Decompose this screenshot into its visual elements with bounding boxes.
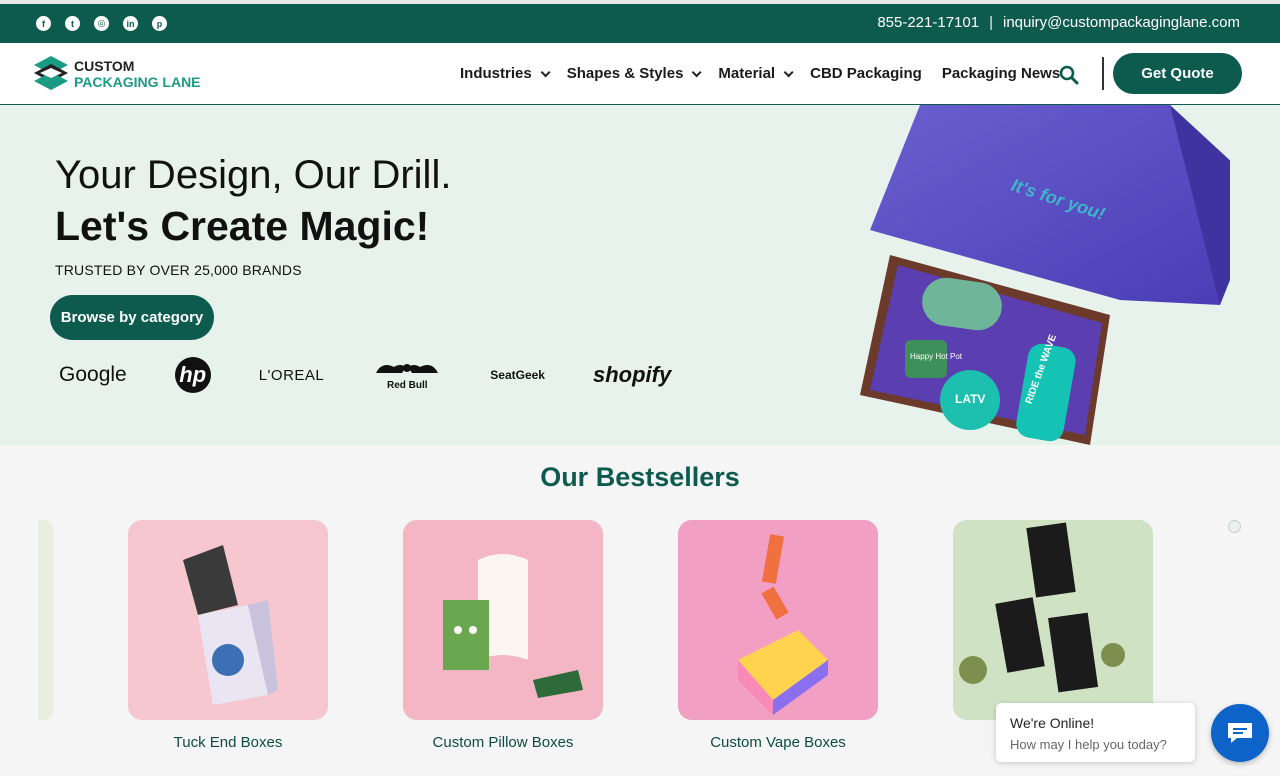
jar-label: Happy Hot Pot (910, 352, 963, 361)
chevron-down-icon (540, 67, 551, 78)
product-caption[interactable]: Tuck End Boxes (128, 734, 328, 751)
redbull-logo: Red Bull (372, 359, 442, 391)
nav-item-label: Packaging News (941, 65, 1061, 82)
nav-item-label: Shapes & Styles (566, 65, 684, 82)
logo-text-top: CUSTOM (74, 57, 135, 74)
email-link[interactable]: inquiry@custompackaginglane.com (1003, 14, 1240, 31)
search-icon[interactable] (1059, 65, 1079, 85)
logo-text-bottom: PACKAGING LANE (74, 73, 201, 90)
redbull-text: Red Bull (387, 380, 428, 391)
social-links: f t ◎ in p (36, 16, 167, 31)
hero-section: Your Design, Our Drill. Let's Create Mag… (0, 105, 1280, 445)
hero-headline: Your Design, Our Drill. (55, 153, 452, 197)
chat-launcher-button[interactable] (1211, 704, 1269, 762)
brand-logos: Google hp L'OREAL Red Bull SeatGeek shop… (59, 355, 719, 395)
seatgeek-logo: SeatGeek (490, 368, 545, 382)
chevron-down-icon (692, 67, 702, 78)
linkedin-icon[interactable]: in (123, 16, 138, 31)
logo-icon (34, 56, 68, 90)
nav-menu: Industries Shapes & Styles Material CBD … (460, 65, 1060, 82)
facebook-icon[interactable]: f (36, 16, 51, 31)
vape-box-image (678, 520, 878, 720)
contact-info: 855-221-17101 | inquiry@custompackagingl… (877, 14, 1240, 31)
nav-item-label: CBD Packaging (810, 65, 922, 82)
chevron-down-icon (783, 67, 794, 78)
tuck-end-box-image (128, 520, 328, 720)
site-logo[interactable]: CUSTOM PACKAGING LANE (32, 54, 201, 94)
shopify-logo: shopify (592, 362, 672, 387)
chat-subtitle: How may I help you today? (1010, 737, 1167, 752)
carousel-next-indicator[interactable] (1228, 520, 1241, 533)
product-card-tuck-end[interactable] (128, 520, 328, 720)
nav-item-industries[interactable]: Industries (460, 65, 551, 82)
chat-title: We're Online! (1010, 715, 1095, 731)
product-caption[interactable]: Custom Vape Boxes (678, 734, 878, 751)
hero-product-image: It's for you! Happy Hot Pot LATV RIDE th… (860, 105, 1230, 445)
twitter-icon[interactable]: t (65, 16, 80, 31)
product-card-vape[interactable] (678, 520, 878, 720)
product-caption[interactable]: Custom Pillow Boxes (403, 734, 603, 751)
top-bar: f t ◎ in p 855-221-17101 | inquiry@custo… (0, 0, 1280, 43)
bestsellers-title: Our Bestsellers (540, 462, 740, 492)
nav-item-cbd-packaging[interactable]: CBD Packaging (810, 65, 922, 82)
nav-item-packaging-news[interactable]: Packaging News (942, 65, 1060, 82)
product-card-pillow[interactable] (403, 520, 603, 720)
get-quote-button[interactable]: Get Quote (1113, 53, 1242, 94)
browse-category-button[interactable]: Browse by category (50, 295, 214, 340)
nav-divider (1102, 57, 1104, 90)
contact-separator: | (989, 14, 993, 31)
trusted-text: TRUSTED BY OVER 25,000 BRANDS (55, 262, 302, 278)
preroll-box-image (953, 520, 1153, 720)
main-nav: CUSTOM PACKAGING LANE Industries Shapes … (0, 43, 1280, 105)
pinterest-icon[interactable]: p (152, 16, 167, 31)
bull-icon (376, 364, 439, 373)
nav-item-label: Industries (460, 65, 532, 82)
chat-popup[interactable]: We're Online! How may I help you today? (996, 703, 1195, 762)
phone-link[interactable]: 855-221-17101 (877, 14, 979, 31)
loreal-logo: L'OREAL (258, 366, 325, 384)
product-card-preroll[interactable] (953, 520, 1153, 720)
nav-item-material[interactable]: Material (718, 65, 794, 82)
pillow-box-image (403, 520, 603, 720)
hp-logo: hp (174, 357, 211, 393)
google-logo: Google (59, 363, 127, 386)
carousel-prev-card[interactable] (38, 520, 53, 720)
nav-item-label: Material (718, 65, 776, 82)
speaker-label: LATV (955, 392, 985, 406)
hero-subheadline: Let's Create Magic! (55, 203, 430, 249)
instagram-icon[interactable]: ◎ (94, 16, 109, 31)
chat-bubble-icon (1228, 723, 1252, 743)
nav-item-shapes-styles[interactable]: Shapes & Styles (566, 65, 702, 82)
